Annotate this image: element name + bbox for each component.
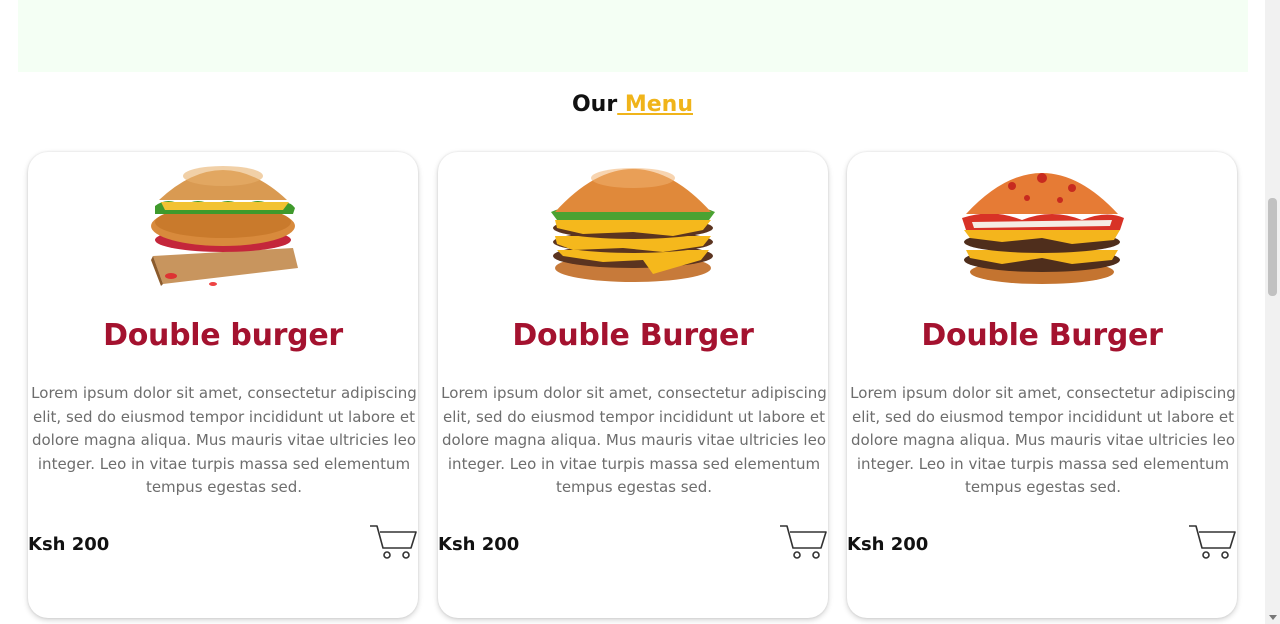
card-title: Double burger xyxy=(103,318,343,353)
menu-card: Double burger Lorem ipsum dolor sit amet… xyxy=(28,152,418,618)
double-cheeseburger-image xyxy=(551,168,715,282)
scrollbar-thumb[interactable] xyxy=(1268,198,1277,296)
card-description: Lorem ipsum dolor sit amet, consectetur … xyxy=(850,384,1236,496)
card-description: Lorem ipsum dolor sit amet, consectetur … xyxy=(31,384,417,496)
bacon-cheeseburger-image xyxy=(962,173,1124,284)
burger-image xyxy=(847,152,1237,292)
burger-image xyxy=(28,152,418,292)
card-description: Lorem ipsum dolor sit amet, consectetur … xyxy=(441,384,827,496)
vertical-scrollbar[interactable] xyxy=(1265,0,1280,624)
burger-image xyxy=(438,152,828,292)
top-banner xyxy=(18,0,1248,72)
crispy-chicken-burger-image xyxy=(151,166,298,286)
page: Our Menu Double burger Lorem ipsum dolor… xyxy=(0,0,1280,624)
cart-icon[interactable] xyxy=(1187,522,1237,562)
section-title-accent[interactable]: Menu xyxy=(617,92,693,117)
menu-card: Double Burger Lorem ipsum dolor sit amet… xyxy=(438,152,828,618)
cart-icon[interactable] xyxy=(368,522,418,562)
cart-icon[interactable] xyxy=(778,522,828,562)
card-price: Ksh 200 xyxy=(438,534,520,555)
card-title: Double Burger xyxy=(512,318,754,353)
scroll-down-arrow-icon[interactable] xyxy=(1269,615,1277,620)
section-title-prefix: Our xyxy=(571,92,618,117)
card-price: Ksh 200 xyxy=(847,534,929,555)
card-title: Double Burger xyxy=(921,318,1163,353)
card-price: Ksh 200 xyxy=(28,534,110,555)
section-title: Our Menu xyxy=(0,92,1265,117)
menu-card: Double Burger Lorem ipsum dolor sit amet… xyxy=(847,152,1237,618)
